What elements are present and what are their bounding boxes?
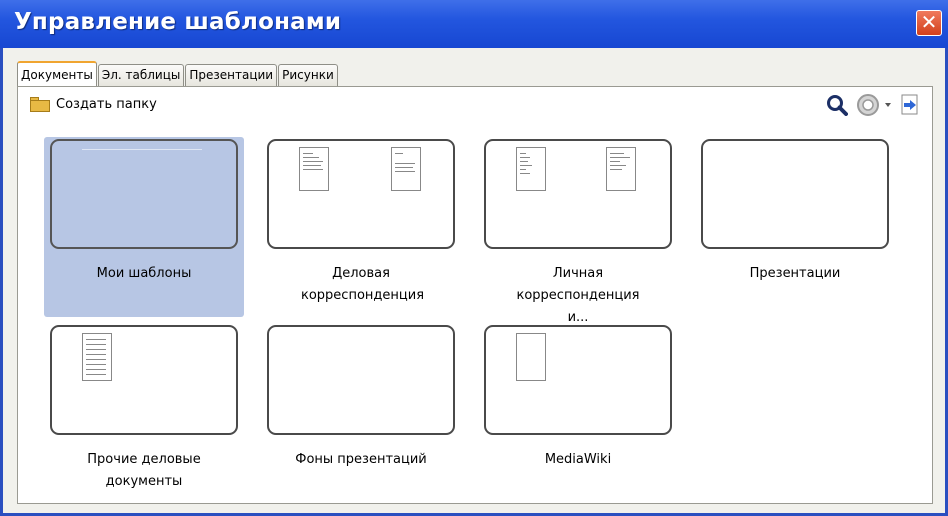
folder-thumbnail (484, 325, 672, 435)
document-preview (516, 147, 546, 191)
templates-panel: Создать папку Мои шаблоны Деловая коррес… (17, 86, 933, 504)
toolbar-actions (818, 93, 920, 117)
tab-documents[interactable]: Документы (17, 61, 97, 87)
folder-thumbnail (50, 139, 238, 249)
window-title: Управление шаблонами (14, 9, 342, 35)
template-folder-label: Фоны презентаций (295, 452, 427, 467)
template-manager-window: Управление шаблонами ✕ Документы Эл. таб… (0, 0, 948, 516)
tab-spreadsheets[interactable]: Эл. таблицы (97, 64, 185, 86)
search-icon[interactable] (826, 94, 848, 116)
template-folder-label: Деловая корреспонденция (301, 266, 425, 303)
template-folder-personal-correspondence[interactable]: Личная корреспонденция и... (478, 137, 678, 325)
template-folder-label: MediaWiki (544, 452, 612, 467)
folder-thumbnail (701, 139, 889, 249)
tab-drawings[interactable]: Рисунки (278, 64, 338, 86)
document-preview (606, 147, 636, 191)
folder-thumbnail (267, 325, 455, 435)
template-folder-mediawiki[interactable]: MediaWiki (478, 323, 678, 503)
tab-presentations[interactable]: Презентации (185, 64, 278, 86)
folder-thumbnail (267, 139, 455, 249)
template-folder-presentations[interactable]: Презентации (695, 137, 895, 317)
template-folder-label: Прочие деловые документы (87, 452, 201, 489)
document-preview (391, 147, 421, 191)
folder-icon (30, 97, 50, 112)
new-folder-button[interactable]: Создать папку (30, 97, 157, 112)
close-button[interactable]: ✕ (916, 10, 942, 36)
document-preview (516, 333, 546, 381)
folder-thumbnail (50, 325, 238, 435)
settings-icon[interactable] (856, 93, 880, 117)
dropdown-arrow-icon[interactable] (884, 101, 892, 109)
template-folder-my-templates[interactable]: Мои шаблоны (44, 137, 244, 317)
template-folder-presentation-backgrounds[interactable]: Фоны презентаций (261, 323, 461, 503)
import-icon[interactable] (900, 94, 920, 116)
template-folder-label: Личная корреспонденция и... (516, 266, 640, 325)
template-folder-business-correspondence[interactable]: Деловая корреспонденция (261, 137, 461, 317)
folder-thumbnail (484, 139, 672, 249)
tab-bar: Документы Эл. таблицы Презентации Рисунк… (17, 60, 339, 87)
template-folder-label: Мои шаблоны (96, 266, 192, 281)
document-preview (82, 333, 112, 381)
new-folder-label: Создать папку (56, 97, 157, 112)
template-folder-other-business-documents[interactable]: Прочие деловые документы (44, 323, 244, 503)
document-preview (299, 147, 329, 191)
template-folder-label: Презентации (749, 266, 841, 281)
title-bar[interactable]: Управление шаблонами ✕ (0, 0, 948, 48)
